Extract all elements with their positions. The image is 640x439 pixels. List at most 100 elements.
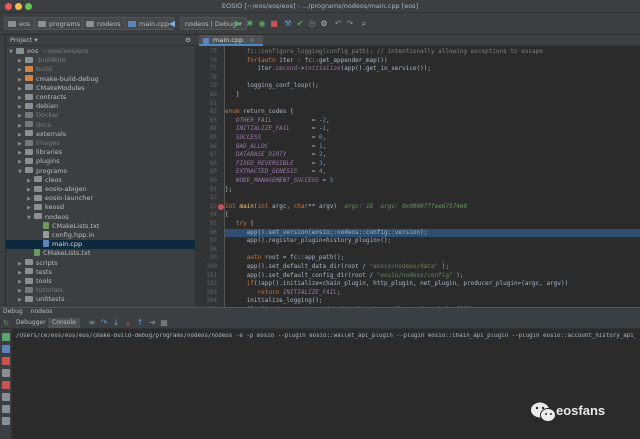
tree-item[interactable]: ▶ images — [6, 139, 195, 148]
code-line[interactable]: FIXED_REVERSIBLE = 3, — [225, 160, 640, 169]
tree-item[interactable]: ▶ plugins — [6, 157, 195, 166]
tree-item[interactable]: ▶ .buildkite — [6, 56, 195, 65]
tab-console[interactable]: Console — [48, 318, 80, 328]
code-line[interactable]: iter.second->initialize(app().get_io_ser… — [225, 65, 640, 74]
coverage-icon[interactable]: ◉ — [258, 20, 266, 28]
code-line[interactable]: { — [225, 211, 640, 220]
code-line[interactable]: } — [225, 91, 640, 100]
chevron-right-icon[interactable]: ▶ — [18, 296, 25, 305]
build-icon[interactable]: ⚒ — [284, 20, 292, 28]
tree-item[interactable]: ▶ eosio-launcher — [6, 194, 195, 203]
rerun-icon[interactable]: ↻ — [3, 319, 9, 327]
run-icon[interactable]: ▶ — [234, 20, 242, 28]
code-editor[interactable]: fc::configure_logging(config_path); // i… — [225, 46, 640, 307]
step-over-icon[interactable]: ↷ — [100, 319, 108, 327]
code-line[interactable]: app().set_default_data_dir(root / "eosio… — [225, 263, 640, 272]
breadcrumb-main-cpp[interactable]: main.cpp — [124, 17, 175, 30]
tab-debugger[interactable]: Debugger — [12, 318, 50, 328]
code-line[interactable]: BAD_ALLOC = 1, — [225, 143, 640, 152]
undo-icon[interactable]: ↶ — [334, 20, 342, 28]
code-line[interactable]: INITIALIZE_FAIL = -1, — [225, 125, 640, 134]
show-execution-point-icon[interactable]: ≡ — [88, 319, 96, 327]
gear-icon[interactable]: ⚙ — [185, 36, 191, 44]
tree-item[interactable]: ▶ tutorials — [6, 286, 195, 295]
mute-breakpoints-icon[interactable] — [2, 381, 10, 389]
tree-item[interactable]: ▶ tests — [6, 268, 195, 277]
tree-item[interactable]: ▶ docs — [6, 121, 195, 130]
tab-main-cpp[interactable]: main.cpp × — [199, 35, 263, 46]
code-line[interactable] — [225, 194, 640, 203]
tree-item[interactable]: CMakeLists.txt — [6, 249, 195, 258]
tree-item[interactable]: config.hpp.in — [6, 231, 195, 240]
stop-icon[interactable] — [2, 357, 10, 365]
tree-item[interactable]: main.cpp — [6, 240, 195, 250]
tree-item[interactable]: ▶ tools — [6, 277, 195, 286]
tree-item[interactable]: ▶ scripts — [6, 259, 195, 268]
step-into-icon[interactable]: ↓ — [112, 319, 120, 327]
code-token: fc::configure_logging(config_path); // i… — [225, 48, 543, 55]
code-line[interactable]: logging_conf_loop(); — [225, 82, 640, 91]
code-line[interactable]: SUCCESS = 0, — [225, 134, 640, 143]
code-line[interactable]: app().set_version(eosio::nodeos::config:… — [225, 228, 640, 238]
pause-icon[interactable] — [2, 345, 10, 353]
breadcrumb-programs[interactable]: programs — [34, 17, 86, 30]
code-line[interactable]: EXTRACTED_GENESIS = 4, — [225, 168, 640, 177]
debug-icon[interactable]: ✱ — [246, 20, 254, 28]
tree-item[interactable]: ▶ contracts — [6, 93, 195, 102]
history-icon[interactable]: ◷ — [308, 20, 316, 28]
close-icon[interactable]: × — [249, 36, 254, 44]
tree-item[interactable]: ▶ CMakeModules — [6, 84, 195, 93]
code-line[interactable]: enum return_codes { — [225, 108, 640, 117]
tree-item[interactable]: ▶ cmake-build-debug — [6, 75, 195, 84]
tree-item[interactable]: CMakeLists.txt — [6, 221, 195, 231]
code-line[interactable]: NODE_MANAGEMENT_SUCCESS = 5 — [225, 177, 640, 186]
breadcrumb-eos[interactable]: eos — [4, 17, 36, 30]
tree-item[interactable]: ▶ externals — [6, 130, 195, 139]
breakpoint-icon[interactable] — [218, 203, 224, 210]
code-line[interactable]: if(!app().initialize<chain_plugin, http_… — [225, 280, 640, 289]
code-line[interactable]: int main(int argc, char** argv) argc: 18… — [225, 203, 640, 212]
settings-icon[interactable]: ⚙ — [320, 20, 328, 28]
tree-item[interactable]: ▼ eos ~/eos/eos/eos — [6, 47, 195, 56]
code-line[interactable]: try { — [225, 220, 640, 229]
code-line[interactable]: app().register_plugin<history_plugin>(); — [225, 237, 640, 246]
code-line[interactable]: for(auto iter : fc::get_appender_map()) — [225, 57, 640, 66]
tree-item[interactable]: ▶ keosd — [6, 203, 195, 212]
search-icon[interactable]: ⌕ — [360, 20, 368, 28]
step-out-icon[interactable]: ↑ — [136, 319, 144, 327]
resume-icon[interactable] — [2, 333, 10, 341]
force-step-into-icon[interactable]: ⇣ — [124, 319, 132, 327]
tree-item[interactable]: ▶ build — [6, 65, 195, 74]
code-line[interactable]: initialize_logging(); — [225, 297, 640, 306]
redo-icon[interactable]: ↷ — [346, 20, 354, 28]
code-line[interactable] — [225, 246, 640, 255]
tree-item[interactable]: ▼ nodeos — [6, 213, 195, 222]
close-icon[interactable] — [2, 417, 10, 425]
editor-gutter[interactable]: 75 76 77 78 79 80 81 82 83 84 85 86 87 88 89 90 91 92 93 94… — [195, 46, 225, 365]
back-icon[interactable]: ◀ — [168, 20, 176, 28]
run-to-cursor-icon[interactable]: ⇥ — [148, 319, 156, 327]
code-line[interactable]: app().set_default_config_dir(root / "eos… — [225, 272, 640, 281]
code-line[interactable] — [225, 74, 640, 83]
code-line[interactable]: DATABASE_DIRTY = 2, — [225, 151, 640, 160]
tree-item[interactable]: ▶ unittests — [6, 295, 195, 304]
vcs-update-icon[interactable]: ✔ — [296, 20, 304, 28]
breadcrumb-nodeos[interactable]: nodeos — [82, 17, 126, 30]
tree-item[interactable]: ▶ cleos — [6, 176, 195, 185]
tree-item[interactable]: ▶ Docker — [6, 111, 195, 120]
tree-item[interactable]: ▶ libraries — [6, 148, 195, 157]
tree-item[interactable]: ▶ eosio-abigen — [6, 185, 195, 194]
code-line[interactable]: OTHER_FAIL = -2, — [225, 117, 640, 126]
code-line[interactable]: auto root = fc::app_path(); — [225, 254, 640, 263]
view-breakpoints-icon[interactable] — [2, 369, 10, 377]
code-line[interactable]: return INITIALIZE_FAIL; — [225, 289, 640, 298]
evaluate-icon[interactable]: ▦ — [160, 319, 168, 327]
stop-icon[interactable]: ■ — [270, 20, 278, 28]
code-line[interactable] — [225, 100, 640, 109]
code-line[interactable]: }; — [225, 186, 640, 195]
code-line[interactable]: fc::configure_logging(config_path); // i… — [225, 48, 640, 57]
pin-icon[interactable] — [2, 405, 10, 413]
settings-icon[interactable] — [2, 393, 10, 401]
tree-item[interactable]: ▶ debian — [6, 102, 195, 111]
tree-item[interactable]: ▼ programs — [6, 167, 195, 176]
